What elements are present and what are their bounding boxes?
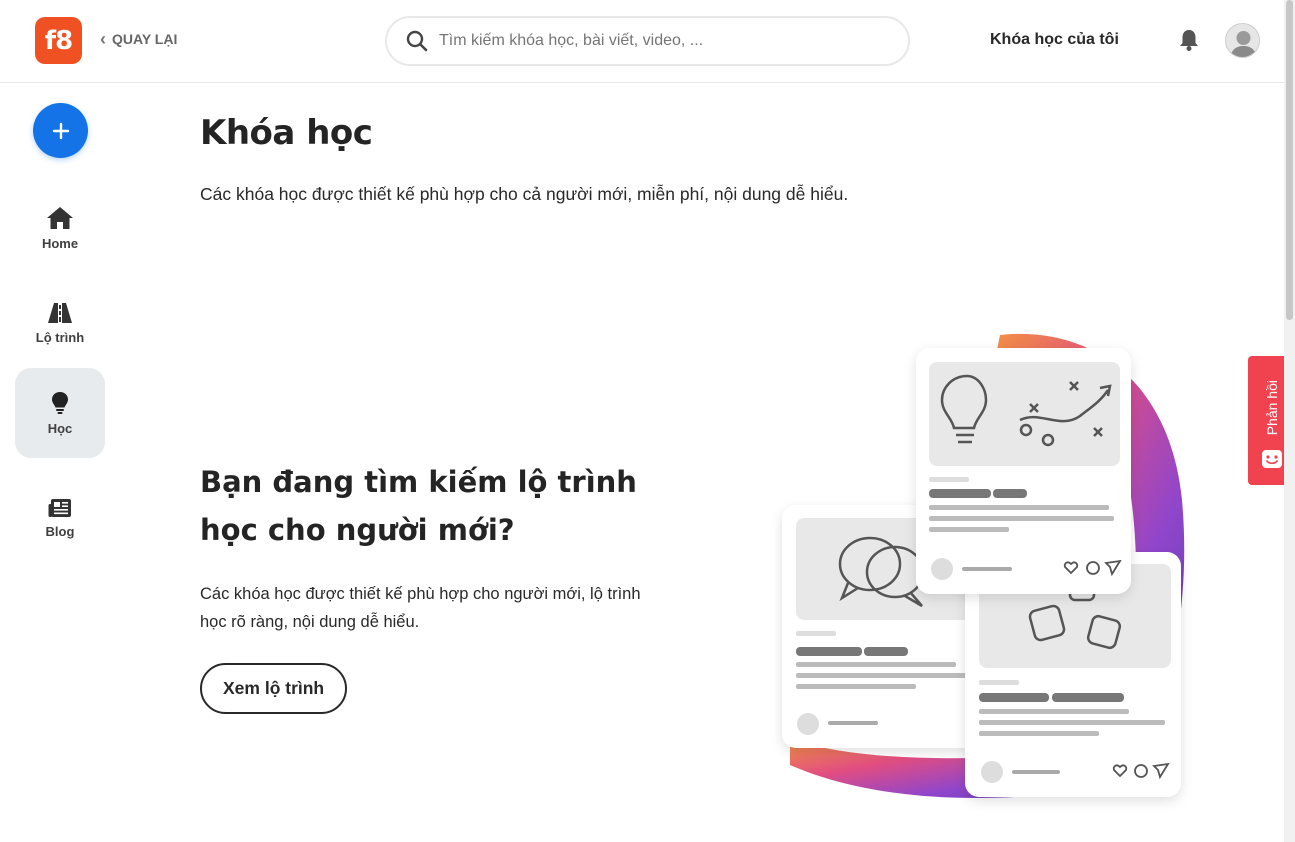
view-roadmap-button[interactable]: Xem lộ trình [200, 663, 348, 714]
sidebar-item-blog[interactable]: Blog [15, 473, 105, 563]
scrollbar-thumb[interactable] [1286, 0, 1293, 320]
promo-title: Bạn đang tìm kiếm lộ trình học cho người… [200, 465, 637, 547]
newspaper-icon [48, 498, 71, 517]
my-courses-link[interactable]: Khóa học của tôi [990, 31, 1119, 49]
create-button[interactable] [33, 103, 88, 158]
sidebar-item-label: Blog [45, 523, 75, 539]
promo-illustration [782, 333, 1185, 798]
f8-logo[interactable]: f8 [35, 17, 82, 64]
search-input[interactable] [439, 32, 879, 50]
avatar[interactable] [1225, 23, 1260, 58]
left-sidebar: Home Lộ trình Học Blog [0, 83, 120, 842]
sidebar-item-learn[interactable]: Học [15, 368, 105, 458]
back-label: QUAY LẠI [112, 31, 178, 47]
chevron-left-icon: ‹ [100, 29, 106, 49]
sidebar-item-label: Home [41, 235, 79, 251]
sidebar-item-home[interactable]: Home [15, 183, 105, 273]
plus-icon [52, 122, 69, 139]
search-icon [406, 30, 428, 52]
promo-description: Các khóa học được thiết kế phù hợp cho n… [200, 585, 641, 631]
chat-face-icon [1261, 450, 1282, 468]
search-bar [385, 16, 910, 66]
sidebar-item-label: Học [47, 420, 73, 436]
bell-icon[interactable] [1178, 28, 1200, 57]
feedback-label: Phản hồi [1263, 379, 1280, 435]
home-icon [47, 206, 73, 229]
road-icon [48, 302, 72, 323]
sidebar-item-label: Lộ trình [35, 329, 85, 345]
top-header: f8 ‹ QUAY LẠI Khóa học của tôi [0, 0, 1284, 83]
back-link[interactable]: ‹ QUAY LẠI [100, 30, 177, 48]
page-description: Các khóa học được thiết kế phù hợp cho c… [200, 184, 849, 204]
page-title: Khóa học [200, 113, 373, 153]
sidebar-item-roadmap[interactable]: Lộ trình [15, 278, 105, 368]
lightbulb-icon [52, 391, 68, 414]
